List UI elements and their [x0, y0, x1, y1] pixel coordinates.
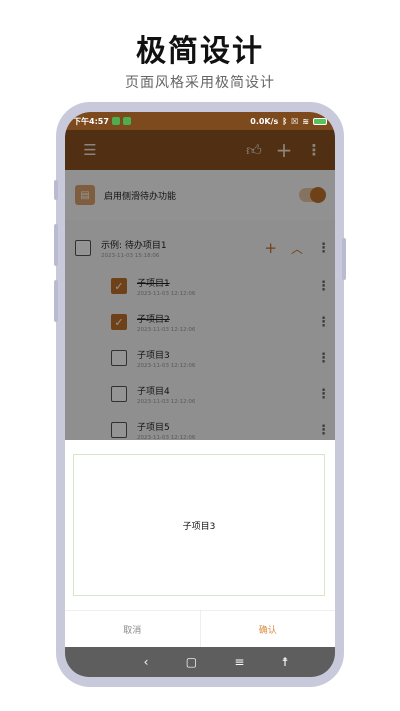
cancel-button[interactable]: 取消: [65, 611, 201, 647]
confirm-button[interactable]: 确认: [201, 611, 336, 647]
promo-headline: 极简设计: [136, 34, 264, 69]
accessibility-icon[interactable]: ☨: [282, 655, 289, 669]
bluetooth-icon: ᛒ: [282, 116, 288, 126]
phone-side-button: [54, 280, 58, 322]
status-bar: 下午4:57 0.0K/s ᛒ ☒ ≋: [65, 112, 335, 130]
status-time: 下午4:57: [73, 116, 109, 126]
edit-dialog: 子项目3 取消 确认: [65, 440, 335, 647]
promo-subline: 页面风格采用极简设计: [125, 75, 275, 91]
sim-icon: ☒: [291, 116, 299, 126]
back-icon[interactable]: ‹: [144, 655, 149, 669]
promo-page: 极简设计 页面风格采用极简设计 下午4:57 0.0K/s ᛒ ☒ ≋ ☰ 👍︎…: [0, 0, 400, 711]
phone-side-button: [54, 224, 58, 266]
recents-icon[interactable]: ≡: [234, 655, 244, 669]
phone-side-button: [54, 180, 58, 200]
dialog-text-field[interactable]: 子项目3: [73, 454, 325, 596]
modal-overlay[interactable]: [65, 130, 335, 440]
dialog-actions: 取消 确认: [65, 610, 335, 647]
status-right: 0.0K/s ᛒ ☒ ≋: [250, 117, 327, 126]
phone-screen: 下午4:57 0.0K/s ᛒ ☒ ≋ ☰ 👍︎ + ⋮ ▤ 启用侧滑待办功能 …: [65, 112, 335, 677]
phone-side-button: [342, 238, 346, 280]
phone-frame: 下午4:57 0.0K/s ᛒ ☒ ≋ ☰ 👍︎ + ⋮ ▤ 启用侧滑待办功能 …: [54, 102, 346, 687]
network-speed: 0.0K/s: [250, 116, 279, 126]
notification-icon: [111, 117, 120, 125]
home-icon[interactable]: ▢: [186, 655, 197, 669]
battery-icon: [313, 117, 327, 125]
system-nav-bar: ‹ ▢ ≡ ☨: [65, 647, 335, 677]
wifi-icon: ≋: [302, 116, 309, 126]
notification-icon: [122, 117, 131, 125]
